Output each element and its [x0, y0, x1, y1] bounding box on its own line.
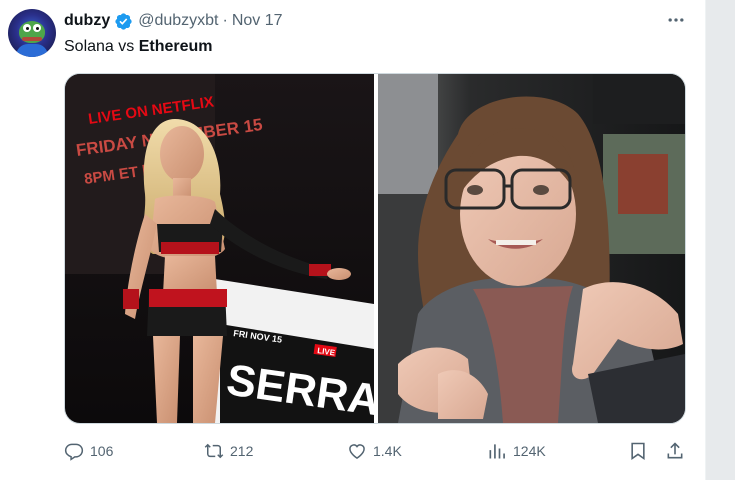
- media-image-left[interactable]: LIVE ON NETFLIX FRIDAY NOVEMBER 15 8PM E…: [65, 74, 374, 423]
- display-name[interactable]: dubzy: [64, 12, 110, 30]
- retweet-button[interactable]: 212: [204, 438, 253, 464]
- tweet-actions: 106 212 1.4K 124K: [64, 438, 694, 464]
- bookmark-button[interactable]: [628, 438, 648, 464]
- reply-count: 106: [90, 443, 114, 459]
- user-handle[interactable]: @dubzyxbt: [138, 12, 218, 30]
- like-button[interactable]: 1.4K: [347, 438, 402, 464]
- views-button[interactable]: 124K: [487, 438, 546, 464]
- heart-icon: [349, 444, 365, 459]
- retweet-icon: [204, 443, 224, 459]
- retweet-count: 212: [230, 443, 254, 459]
- share-button[interactable]: [665, 438, 685, 464]
- tweet-text: Solana vs Ethereum: [64, 37, 213, 57]
- share-icon: [667, 442, 683, 459]
- bookmark-icon: [631, 442, 645, 461]
- tweet-text-plain: Solana vs: [64, 38, 139, 55]
- views-icon: [489, 444, 505, 459]
- tweet-text-bold: Ethereum: [138, 38, 213, 55]
- page-background: [706, 0, 735, 480]
- views-count: 124K: [513, 443, 546, 459]
- tweet-card[interactable]: dubzy @dubzyxbt · Nov 17 Solana vs Ether…: [0, 0, 706, 480]
- media-image-right[interactable]: [378, 74, 685, 423]
- like-count: 1.4K: [373, 443, 402, 459]
- separator-dot: ·: [222, 12, 228, 29]
- media-grid: LIVE ON NETFLIX FRIDAY NOVEMBER 15 8PM E…: [64, 73, 686, 424]
- reply-icon: [64, 443, 84, 461]
- avatar[interactable]: [8, 9, 56, 57]
- verified-badge-icon: [115, 12, 132, 30]
- reply-button[interactable]: 106: [64, 438, 113, 464]
- more-options-icon[interactable]: [664, 10, 688, 30]
- tweet-header: dubzy @dubzyxbt · Nov 17: [64, 10, 283, 32]
- tweet-date[interactable]: Nov 17: [232, 12, 283, 30]
